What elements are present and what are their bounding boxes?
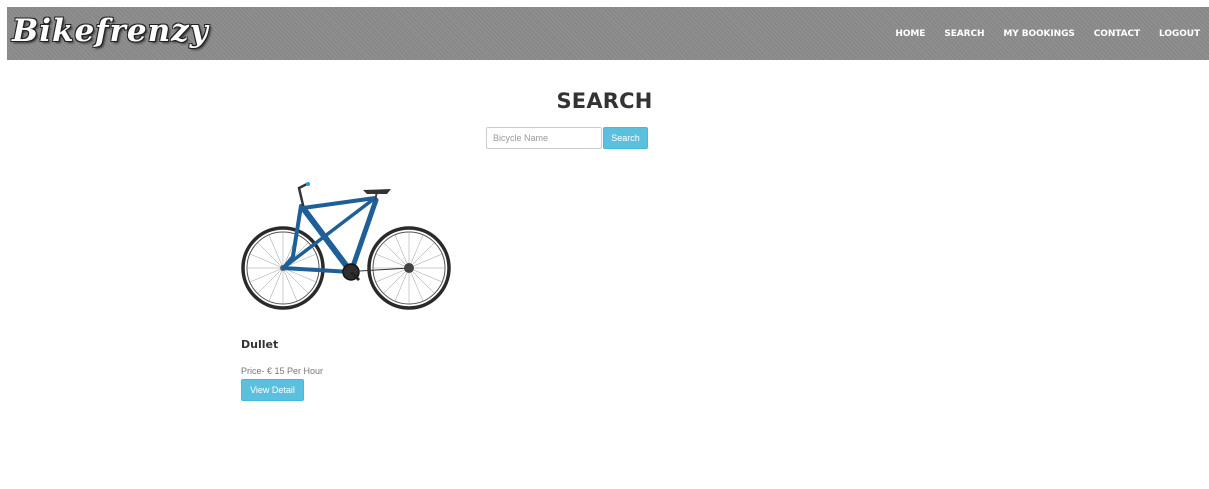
handlebar-grip [306,182,310,186]
search-input[interactable] [486,127,602,149]
handlebar [297,182,309,207]
nav-logout[interactable]: LOGOUT [1159,29,1200,39]
bike-card: Dullet Price- € 15 Per Hour View Detail [241,178,461,408]
nav-contact[interactable]: CONTACT [1094,29,1140,39]
search-button[interactable]: Search [603,127,648,149]
brand-logo[interactable]: Bikefrenzy [12,13,209,49]
page-title: SEARCH [556,89,653,113]
view-detail-button[interactable]: View Detail [241,379,304,401]
cassette [404,263,414,273]
bike-price: Price- € 15 Per Hour [241,366,324,376]
bike-name: Dullet [241,338,279,351]
nav-home[interactable]: HOME [895,29,925,39]
saddle [363,189,391,194]
navbar: Bikefrenzy HOME SEARCH MY BOOKINGS CONTA… [7,7,1209,60]
main-nav: HOME SEARCH MY BOOKINGS CONTACT LOGOUT [876,7,1200,60]
nav-my-bookings[interactable]: MY BOOKINGS [1003,29,1075,39]
bicycle-image[interactable] [241,178,451,318]
nav-search[interactable]: SEARCH [944,29,984,39]
bike-frame [281,196,379,275]
